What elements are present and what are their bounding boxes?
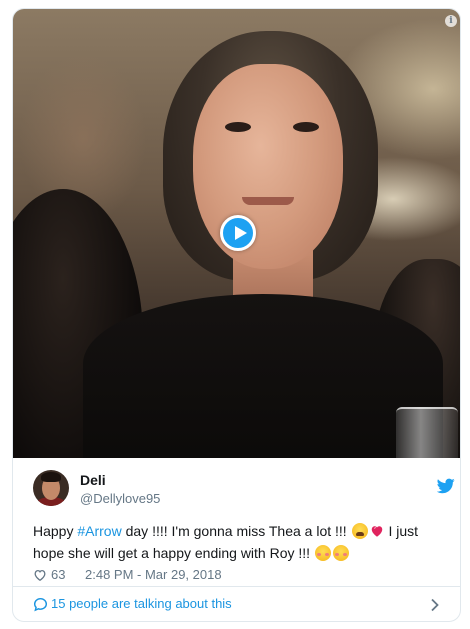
tweet-header: Deli @Dellylove95 xyxy=(33,470,455,510)
tweet-text-prefix: Happy xyxy=(33,523,78,539)
comment-icon xyxy=(33,597,48,612)
avatar[interactable] xyxy=(33,470,69,506)
author-handle[interactable]: @Dellylove95 xyxy=(80,491,160,506)
twitter-bird-icon[interactable] xyxy=(437,478,455,494)
author-display-name[interactable]: Deli xyxy=(80,472,106,488)
hashtag-link[interactable]: #Arrow xyxy=(77,523,121,539)
talking-about-label: 15 people are talking about this xyxy=(51,596,232,611)
smiling-blush-emoji xyxy=(314,545,331,561)
media-subject-torso xyxy=(83,294,443,458)
smiling-blush-emoji xyxy=(332,545,349,561)
play-button[interactable] xyxy=(220,215,256,251)
tweet-text-body: day !!!! I'm gonna miss Thea a lot !!! xyxy=(121,523,351,539)
media-subject-eye xyxy=(225,122,251,132)
tweet-timestamp[interactable]: 2:48 PM - Mar 29, 2018 xyxy=(85,567,222,582)
media-wine-glass xyxy=(396,407,458,458)
media-subject-mouth xyxy=(242,197,294,205)
heart-outline-icon[interactable] xyxy=(33,568,47,582)
play-icon xyxy=(235,226,247,240)
media-subject-eye xyxy=(293,122,319,132)
like-count[interactable]: 63 xyxy=(51,567,65,582)
embedded-tweet-card: i Deli @Dellylove95 Happy #Arrow day !!!… xyxy=(12,8,461,622)
weary-face-emoji xyxy=(351,523,368,539)
info-icon[interactable]: i xyxy=(445,15,457,27)
sparkling-heart-emoji xyxy=(371,526,382,537)
media-subject-face xyxy=(193,64,343,269)
tweet-media[interactable]: i xyxy=(13,9,460,458)
tweet-text: Happy #Arrow day !!!! I'm gonna miss The… xyxy=(33,520,448,564)
chevron-right-icon xyxy=(431,598,439,612)
conversation-link[interactable]: 15 people are talking about this xyxy=(13,587,460,621)
